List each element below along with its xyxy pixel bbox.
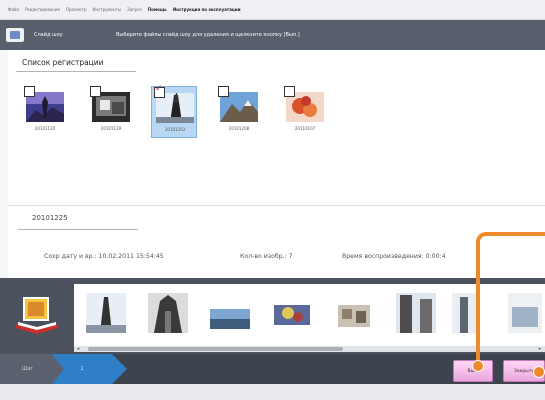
item-caption: 20101129 [100,126,122,131]
photo-album-icon [16,297,58,334]
registration-item-selected[interactable]: ✓ 20101203 [151,84,197,138]
menu-launch[interactable]: Запуск [127,7,142,12]
item-checkbox-checked[interactable]: ✓ [154,84,165,98]
saved-value: 10.02.2011 15:54:45 [98,253,164,260]
count-info: Кол-во изобр.: 7 [240,253,293,260]
filmstrip-thumbnail[interactable] [272,293,312,333]
callout-marker [533,366,545,378]
count-label: Кол-во изобр.: [240,253,287,260]
scroll-right-arrow-icon[interactable]: ▸ [536,346,544,352]
registration-item[interactable]: 20101129 [88,86,134,138]
divider [8,205,545,206]
checkmark-icon: ✓ [155,84,163,94]
item-checkbox[interactable] [90,86,101,97]
callout-line [490,232,545,236]
title-bar: Слайд шоу Выберите файлы слайд шоу для у… [0,20,545,50]
section-underline [16,71,136,72]
callout-line [476,246,480,364]
duration-label: Время воспроизведения: [342,253,424,260]
registration-item[interactable]: 20101208 [216,86,262,138]
filmstrip-thumbnail[interactable] [210,293,250,333]
registration-item[interactable]: 20101120 [22,86,68,138]
filmstrip-thumbnail[interactable] [148,293,188,333]
menu-bar: Файл Редактирование Просмотр Инструменты… [0,0,545,20]
menu-tools[interactable]: Инструменты [93,7,122,12]
filmstrip-thumbnail[interactable] [508,293,542,333]
duration-info: Время воспроизведения: 0:00:4 [342,253,446,260]
menu-manual[interactable]: Инструкция по эксплуатации [173,7,241,12]
selected-date: 20101225 [32,214,68,222]
app-title: Слайд шоу [34,32,63,38]
filmstrip-thumbnail[interactable] [334,293,374,333]
filmstrip-thumbnail[interactable] [396,293,436,333]
instruction-text: Выберите файлы слайд шоу для удаления и … [116,32,300,38]
menu-file[interactable]: Файл [8,7,19,12]
step-label: Шаг [0,354,64,384]
slideshow-icon [6,28,24,42]
menu-view[interactable]: Просмотр [66,7,87,12]
date-underline [18,229,138,230]
item-checkbox[interactable] [218,86,229,97]
item-caption: 20110107 [294,126,316,131]
registration-item[interactable]: 20110107 [282,86,328,138]
item-caption: 20101120 [34,126,56,131]
item-checkbox[interactable] [24,86,35,97]
scrollbar-thumb[interactable] [88,347,343,351]
saved-label: Сохр дату и вр.: [44,253,97,260]
callout-line [476,232,490,246]
menu-help[interactable]: Помощь [148,7,167,12]
filmstrip-thumbnail[interactable] [86,293,126,333]
scroll-left-arrow-icon[interactable]: ◂ [74,346,82,352]
menu-edit[interactable]: Редактирование [25,7,60,12]
count-value: 7 [288,253,293,260]
duration-value: 0:00:4 [425,253,446,260]
saved-info: Сохр дату и вр.: 10.02.2011 15:54:45 [44,253,164,260]
main-panel [8,50,545,278]
callout-marker [472,360,484,372]
status-strip [0,384,545,400]
item-caption: 20101208 [228,126,250,131]
item-caption: 20101203 [164,127,186,132]
filmstrip-thumbnail[interactable] [452,293,476,333]
registration-list-title: Список регистрации [22,58,104,67]
item-checkbox[interactable] [284,86,295,97]
